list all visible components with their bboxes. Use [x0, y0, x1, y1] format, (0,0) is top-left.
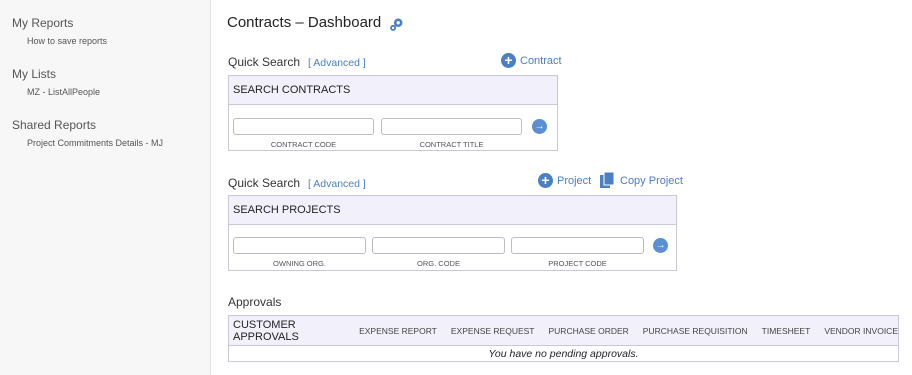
sidebar-heading-my-reports[interactable]: My Reports [12, 16, 107, 30]
contract-title-label: CONTRACT TITLE [419, 140, 484, 149]
approvals-tab-bar: CUSTOMER APPROVALS EXPENSE REPORT EXPENS… [229, 316, 898, 346]
sidebar-link-how-to-save-reports[interactable]: How to save reports [27, 36, 107, 46]
tab-vendor-invoice[interactable]: VENDOR INVOICE [824, 326, 898, 336]
sidebar-heading-my-lists[interactable]: My Lists [12, 67, 100, 81]
sidebar: My Reports How to save reports My Lists … [0, 0, 211, 375]
add-contract-label: Contract [520, 54, 562, 67]
contracts-search-go-button[interactable]: → [532, 119, 547, 134]
tab-purchase-order[interactable]: PURCHASE ORDER [549, 326, 629, 336]
search-contracts-title: SEARCH CONTRACTS [229, 76, 557, 105]
tab-purchase-requisition[interactable]: PURCHASE REQUISITION [643, 326, 748, 336]
arrow-right-icon: → [534, 121, 545, 132]
projects-search-go-button[interactable]: → [653, 238, 668, 253]
org-code-input[interactable] [372, 237, 505, 254]
sidebar-heading-shared-reports[interactable]: Shared Reports [12, 118, 163, 132]
projects-quick-search-label: Quick Search [228, 176, 301, 190]
add-contract-button[interactable]: + Contract [501, 53, 562, 68]
owning-org-label: OWNING ORG. [273, 259, 326, 268]
search-projects-title: SEARCH PROJECTS [229, 196, 676, 225]
sidebar-group-my-lists: My Lists MZ - ListAllPeople [12, 67, 100, 97]
org-code-label: ORG. CODE [417, 259, 460, 268]
plus-circle-icon: + [501, 53, 516, 68]
owning-org-input[interactable] [233, 237, 366, 254]
tab-customer-approvals[interactable]: CUSTOMER APPROVALS [233, 319, 345, 343]
no-pending-approvals-message: You have no pending approvals. [488, 348, 639, 360]
approvals-title: Approvals [228, 295, 282, 309]
search-contracts-panel: SEARCH CONTRACTS CONTRACT CODE CONTRACT … [228, 75, 558, 151]
plus-circle-icon: + [538, 173, 553, 188]
contracts-quick-search-label: Quick Search [228, 55, 301, 69]
project-code-input[interactable] [511, 237, 644, 254]
search-projects-panel: SEARCH PROJECTS OWNING ORG. ORG. CODE PR… [228, 195, 677, 271]
tab-expense-request[interactable]: EXPENSE REQUEST [451, 326, 535, 336]
add-project-button[interactable]: + Project [538, 173, 591, 188]
contracts-advanced-link[interactable]: [ Advanced ] [308, 57, 366, 69]
page-title: Contracts – Dashboard [227, 12, 405, 33]
sidebar-link-list-all-people[interactable]: MZ - ListAllPeople [27, 87, 100, 97]
contracts-quick-search-row: Quick Search [ Advanced ] [228, 55, 366, 69]
sidebar-group-shared-reports: Shared Reports Project Commitments Detai… [12, 118, 163, 148]
projects-advanced-link[interactable]: [ Advanced ] [308, 178, 366, 190]
sidebar-link-project-commitments[interactable]: Project Commitments Details - MJ [27, 138, 163, 148]
copy-project-button[interactable]: Copy Project [600, 172, 683, 189]
tab-expense-report[interactable]: EXPENSE REPORT [359, 326, 437, 336]
copy-project-label: Copy Project [620, 174, 683, 187]
contract-code-label: CONTRACT CODE [270, 140, 337, 149]
approvals-panel: CUSTOMER APPROVALS EXPENSE REPORT EXPENS… [228, 315, 899, 362]
arrow-right-icon: → [655, 240, 666, 251]
settings-gear-icon[interactable] [388, 16, 405, 33]
projects-quick-search-row: Quick Search [ Advanced ] [228, 176, 366, 190]
contract-title-input[interactable] [381, 118, 522, 135]
page-title-text: Contracts – Dashboard [227, 14, 382, 31]
tab-timesheet[interactable]: TIMESHEET [762, 326, 811, 336]
contract-code-input[interactable] [233, 118, 374, 135]
add-project-label: Project [557, 174, 592, 187]
project-code-label: PROJECT CODE [548, 259, 607, 268]
copy-document-icon [600, 172, 615, 188]
sidebar-group-my-reports: My Reports How to save reports [12, 16, 107, 46]
